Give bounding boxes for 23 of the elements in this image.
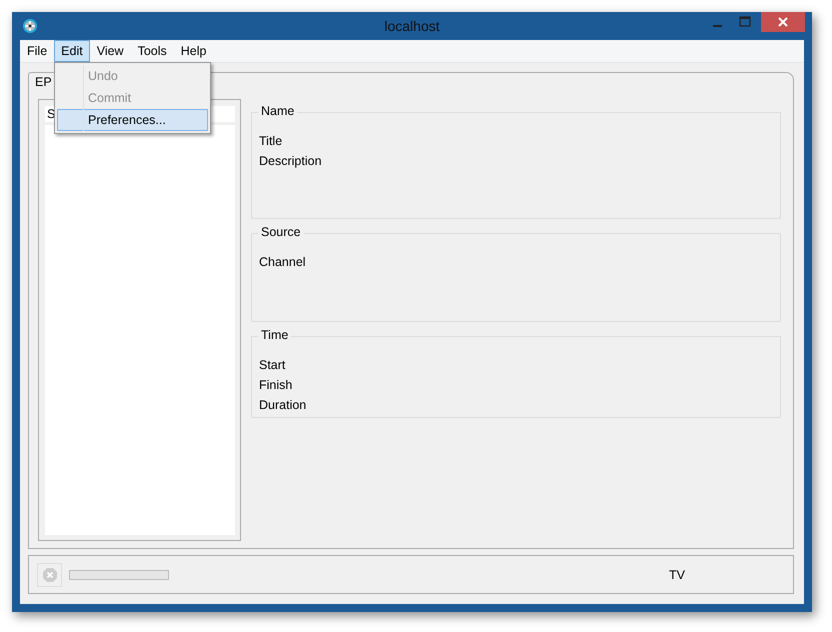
- group-title: Source: [258, 225, 304, 239]
- field-label: Start: [259, 357, 286, 374]
- field-label: Duration: [259, 397, 308, 414]
- field-label: Title: [259, 133, 284, 150]
- close-button[interactable]: [761, 12, 805, 32]
- menu-item[interactable]: File: [20, 40, 54, 62]
- status-label: TV: [669, 568, 685, 582]
- minimize-icon: [712, 24, 722, 26]
- disc-icon: [22, 18, 38, 34]
- menu-item[interactable]: Tools: [130, 40, 174, 62]
- field-label: Description: [259, 153, 323, 170]
- menu-item[interactable]: Help: [174, 40, 214, 62]
- field-label: Finish: [259, 377, 294, 394]
- maximize-icon: [739, 16, 751, 28]
- group-title: Name: [258, 104, 298, 118]
- menu-item[interactable]: Edit: [54, 40, 90, 62]
- group-title: Time: [258, 328, 292, 342]
- stop-icon: [42, 566, 58, 582]
- menu-item[interactable]: View: [90, 40, 131, 62]
- field-label: Channel: [259, 254, 307, 271]
- menu-item[interactable]: Preferences...: [57, 109, 208, 131]
- close-icon: [778, 17, 788, 27]
- window-title: localhost: [384, 18, 440, 34]
